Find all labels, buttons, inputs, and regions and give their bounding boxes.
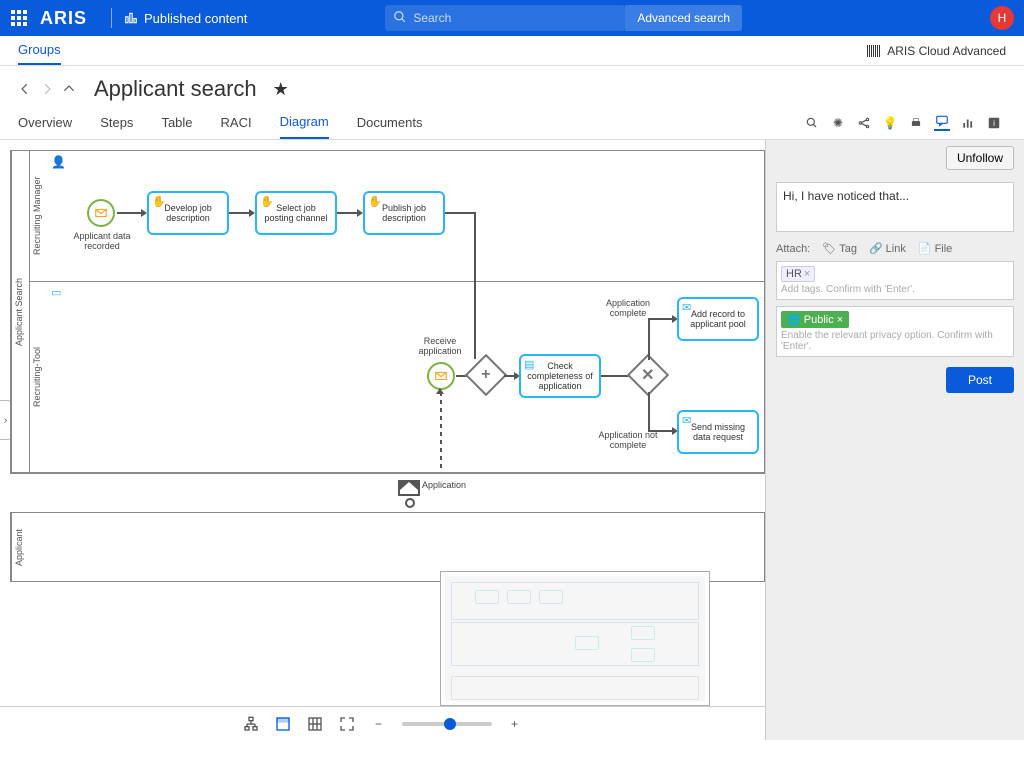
task-add-record[interactable]: ✉Add record to applicant pool — [677, 297, 759, 341]
comment-panel: Unfollow Hi, I have noticed that... Atta… — [766, 140, 1024, 740]
message-label: Application — [422, 480, 482, 490]
tag-chip-hr[interactable]: HR× — [781, 266, 815, 282]
tab-documents[interactable]: Documents — [357, 107, 423, 138]
privacy-chip[interactable]: 🌐 Public × — [781, 311, 849, 328]
pool-label: Applicant Search — [11, 151, 29, 472]
tag-placeholder: Add tags. Confirm with 'Enter'. — [781, 284, 1009, 295]
page-title: Applicant search — [94, 76, 257, 102]
app-header: ARIS Published content Advanced search H — [0, 0, 1024, 36]
zoom-slider[interactable] — [402, 722, 492, 726]
bpmn-diagram: Applicant Search Recruiting Manager 👤 Ap… — [10, 150, 765, 474]
intermediate-event[interactable] — [427, 362, 455, 390]
gw-label-complete: Application complete — [593, 298, 663, 318]
published-label: Published content — [144, 11, 247, 26]
privacy-input[interactable]: 🌐 Public × Enable the relevant privacy o… — [776, 306, 1014, 357]
edition-icon — [867, 45, 881, 57]
find-icon[interactable] — [804, 115, 820, 131]
title-row: Applicant search ★ — [0, 66, 1024, 106]
canvas-footer: − + — [0, 706, 765, 740]
edition-label: ARIS Cloud Advanced — [867, 44, 1006, 58]
bulb-icon[interactable]: 💡 — [882, 115, 898, 131]
tab-steps[interactable]: Steps — [100, 107, 133, 138]
hierarchy-icon[interactable] — [242, 715, 260, 733]
avatar[interactable]: H — [990, 6, 1014, 30]
advanced-search-button[interactable]: Advanced search — [625, 5, 742, 31]
highlight-icon[interactable]: ✺ — [830, 115, 846, 131]
tab-groups[interactable]: Groups — [18, 42, 61, 65]
attach-file[interactable]: 📄 File — [918, 242, 952, 255]
search-input[interactable] — [385, 5, 625, 31]
attach-row: Attach: 🏷 Tag 🔗 Link 📄 File — [776, 242, 1014, 255]
share-icon[interactable] — [856, 115, 872, 131]
apps-icon[interactable] — [10, 9, 28, 27]
divider — [111, 8, 112, 28]
diagram-canvas[interactable]: › ⌄ Applicant Search Recruiting Manager … — [0, 140, 766, 740]
task-check-completeness[interactable]: ▤Check completeness of application — [519, 354, 601, 398]
task-develop-job[interactable]: ✋Develop job description — [147, 191, 229, 235]
receive-app-label: Receive application — [405, 336, 475, 356]
pool2-label: Applicant — [11, 513, 29, 581]
zoom-in-icon[interactable]: + — [506, 715, 524, 733]
gw-label-incomplete: Application not complete — [593, 430, 663, 450]
search-container: Advanced search — [371, 5, 742, 31]
task-publish-job[interactable]: ✋Publish job description — [363, 191, 445, 235]
minimap[interactable] — [440, 571, 710, 706]
tag-input[interactable]: HR× Add tags. Confirm with 'Enter'. — [776, 261, 1014, 300]
favorite-star-icon[interactable]: ★ — [273, 79, 289, 100]
system-lane-icon: ▭ — [51, 286, 61, 299]
view-toolbar: ✺ 💡 i — [804, 115, 1006, 131]
comment-input[interactable]: Hi, I have noticed that... — [776, 182, 1014, 232]
attach-label: Attach: — [776, 243, 810, 255]
start-event-label: Applicant data recorded — [67, 231, 137, 251]
privacy-placeholder: Enable the relevant privacy option. Conf… — [781, 330, 1009, 352]
attach-tag[interactable]: 🏷 Tag — [822, 242, 857, 255]
pool-applicant-search: Applicant Search Recruiting Manager 👤 Ap… — [11, 151, 764, 473]
attach-link[interactable]: 🔗 Link — [869, 242, 906, 255]
message-endpoint-icon — [405, 498, 415, 508]
main-area: › ⌄ Applicant Search Recruiting Manager … — [0, 140, 1024, 740]
remove-privacy-icon[interactable]: × — [837, 314, 843, 326]
message-object[interactable] — [398, 480, 420, 496]
search-icon — [393, 10, 407, 27]
gateway-decision[interactable]: ✕ — [627, 354, 669, 396]
stats-icon[interactable] — [960, 115, 976, 131]
print-icon[interactable] — [908, 115, 924, 131]
lane1-content: 👤 Applicant data recorded ✋Develop job d… — [47, 151, 764, 281]
zoom-knob[interactable] — [444, 718, 456, 730]
tab-raci[interactable]: RACI — [221, 107, 252, 138]
minimap-toggle-icon[interactable] — [274, 715, 292, 733]
user-lane-icon: 👤 — [51, 155, 66, 169]
post-button[interactable]: Post — [946, 367, 1014, 393]
fullscreen-icon[interactable] — [338, 715, 356, 733]
sub-header: Groups ARIS Cloud Advanced — [0, 36, 1024, 66]
comment-icon[interactable] — [934, 115, 950, 131]
gateway-merge[interactable]: + — [465, 354, 507, 396]
tab-diagram[interactable]: Diagram — [280, 106, 329, 139]
unfollow-button[interactable]: Unfollow — [946, 146, 1014, 170]
brand-label: ARIS — [40, 8, 87, 29]
back-icon[interactable] — [18, 82, 32, 96]
lane-recruiting-manager: Recruiting Manager — [29, 151, 47, 281]
tab-overview[interactable]: Overview — [18, 107, 72, 138]
fit-icon[interactable] — [306, 715, 324, 733]
tab-table[interactable]: Table — [161, 107, 192, 138]
lane2-content: ▭ Receive application + ▤Check completen… — [47, 282, 764, 472]
published-content[interactable]: Published content — [124, 11, 247, 26]
task-select-channel[interactable]: ✋Select job posting channel — [255, 191, 337, 235]
lane-recruiting-tool: Recruiting-Tool — [29, 282, 47, 472]
view-tabs: Overview Steps Table RACI Diagram Docume… — [0, 106, 1024, 140]
up-icon[interactable] — [62, 82, 76, 96]
info-icon[interactable]: i — [986, 115, 1002, 131]
start-event[interactable] — [87, 199, 115, 227]
task-send-missing[interactable]: ✉Send missing data request — [677, 410, 759, 454]
bar-chart-icon — [124, 11, 138, 25]
remove-tag-icon[interactable]: × — [804, 268, 810, 280]
zoom-out-icon[interactable]: − — [370, 715, 388, 733]
svg-text:i: i — [993, 118, 995, 127]
forward-icon[interactable] — [40, 82, 54, 96]
